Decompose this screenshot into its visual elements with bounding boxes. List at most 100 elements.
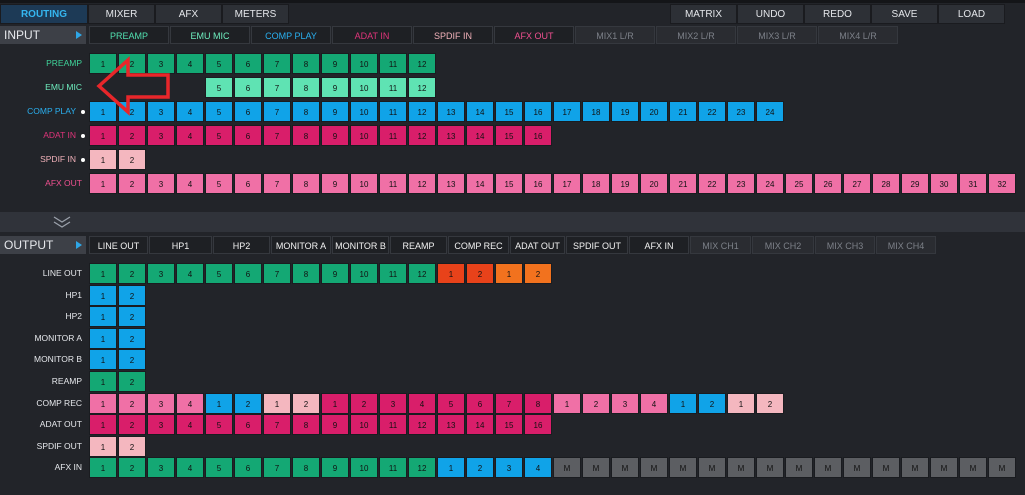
channel-cell[interactable]: 15: [495, 125, 523, 146]
channel-cell[interactable]: 5: [205, 53, 233, 74]
source-button-comp-play[interactable]: COMP PLAY: [251, 26, 331, 44]
channel-cell[interactable]: 11: [379, 125, 407, 146]
channel-cell[interactable]: 5: [437, 392, 465, 414]
channel-cell[interactable]: 7: [263, 53, 291, 74]
channel-cell[interactable]: 2: [118, 435, 146, 457]
output-section-header[interactable]: OUTPUT: [0, 236, 86, 254]
channel-cell[interactable]: 11: [379, 53, 407, 74]
channel-cell[interactable]: 26: [814, 173, 842, 194]
channel-cell[interactable]: 14: [466, 414, 494, 436]
channel-cell[interactable]: 2: [118, 371, 146, 392]
channel-cell[interactable]: 1: [89, 263, 117, 284]
channel-cell[interactable]: M: [756, 457, 784, 479]
channel-cell[interactable]: 8: [524, 392, 552, 414]
channel-cell[interactable]: 2: [756, 392, 784, 414]
channel-cell[interactable]: 9: [321, 414, 349, 436]
channel-cell[interactable]: 20: [640, 173, 668, 194]
channel-cell[interactable]: 2: [524, 263, 552, 284]
channel-cell[interactable]: M: [669, 457, 697, 479]
channel-cell[interactable]: 7: [263, 263, 291, 284]
source-button-mix-ch1[interactable]: MIX CH1: [690, 236, 751, 254]
channel-cell[interactable]: 8: [292, 101, 320, 122]
channel-cell[interactable]: 18: [582, 173, 610, 194]
channel-cell[interactable]: 1: [89, 284, 117, 306]
channel-cell[interactable]: M: [582, 457, 610, 479]
channel-cell[interactable]: 2: [466, 263, 494, 284]
channel-cell[interactable]: 12: [408, 457, 436, 479]
channel-cell[interactable]: M: [611, 457, 639, 479]
channel-cell[interactable]: 11: [379, 457, 407, 479]
channel-cell[interactable]: 10: [350, 125, 378, 146]
channel-cell[interactable]: 7: [263, 414, 291, 436]
channel-cell[interactable]: 10: [350, 101, 378, 122]
source-button-mix1-l-r[interactable]: MIX1 L/R: [575, 26, 655, 44]
channel-cell[interactable]: 5: [205, 173, 233, 194]
channel-cell[interactable]: 1: [89, 349, 117, 371]
channel-cell[interactable]: 24: [756, 173, 784, 194]
channel-cell[interactable]: 7: [263, 101, 291, 122]
channel-cell[interactable]: 9: [321, 173, 349, 194]
redo-button[interactable]: REDO: [804, 4, 871, 24]
channel-cell[interactable]: 1: [89, 414, 117, 436]
channel-cell[interactable]: 2: [118, 306, 146, 328]
channel-cell[interactable]: 6: [234, 414, 262, 436]
channel-cell[interactable]: 1: [553, 392, 581, 414]
channel-cell[interactable]: 6: [234, 125, 262, 146]
channel-cell[interactable]: 3: [147, 457, 175, 479]
channel-cell[interactable]: 16: [524, 414, 552, 436]
channel-cell[interactable]: 2: [118, 349, 146, 371]
channel-cell[interactable]: 8: [292, 77, 320, 98]
channel-cell[interactable]: 12: [408, 53, 436, 74]
channel-cell[interactable]: 10: [350, 77, 378, 98]
channel-cell[interactable]: 24: [756, 101, 784, 122]
source-button-monitor-b[interactable]: MONITOR B: [332, 236, 389, 254]
channel-cell[interactable]: M: [959, 457, 987, 479]
channel-cell[interactable]: 11: [379, 101, 407, 122]
channel-cell[interactable]: 6: [234, 263, 262, 284]
channel-cell[interactable]: 2: [118, 392, 146, 414]
channel-cell[interactable]: M: [698, 457, 726, 479]
source-button-mix-ch2[interactable]: MIX CH2: [752, 236, 814, 254]
channel-cell[interactable]: 1: [321, 392, 349, 414]
channel-cell[interactable]: 2: [350, 392, 378, 414]
channel-cell[interactable]: 4: [176, 414, 204, 436]
source-button-comp-rec[interactable]: COMP REC: [448, 236, 509, 254]
channel-cell[interactable]: 5: [205, 263, 233, 284]
channel-cell[interactable]: 16: [524, 101, 552, 122]
channel-cell[interactable]: 1: [89, 327, 117, 349]
channel-cell[interactable]: 4: [176, 101, 204, 122]
channel-cell[interactable]: 2: [698, 392, 726, 414]
source-button-mix2-l-r[interactable]: MIX2 L/R: [656, 26, 736, 44]
channel-cell[interactable]: 9: [321, 53, 349, 74]
tab-routing[interactable]: ROUTING: [0, 4, 88, 24]
source-button-hp2[interactable]: HP2: [213, 236, 270, 254]
channel-cell[interactable]: 16: [524, 125, 552, 146]
channel-cell[interactable]: M: [988, 457, 1016, 479]
channel-cell[interactable]: 4: [524, 457, 552, 479]
channel-cell[interactable]: 23: [727, 101, 755, 122]
source-button-spdif-out[interactable]: SPDIF OUT: [566, 236, 628, 254]
channel-cell[interactable]: 8: [292, 173, 320, 194]
channel-cell[interactable]: 18: [582, 101, 610, 122]
input-section-header[interactable]: INPUT: [0, 26, 86, 44]
channel-cell[interactable]: M: [843, 457, 871, 479]
channel-cell[interactable]: 23: [727, 173, 755, 194]
channel-cell[interactable]: 1: [89, 371, 117, 392]
source-button-monitor-a[interactable]: MONITOR A: [271, 236, 331, 254]
channel-cell[interactable]: 1: [263, 392, 291, 414]
channel-cell[interactable]: 4: [176, 53, 204, 74]
channel-cell[interactable]: M: [727, 457, 755, 479]
channel-cell[interactable]: 3: [147, 392, 175, 414]
channel-cell[interactable]: 2: [118, 327, 146, 349]
channel-cell[interactable]: 1: [205, 392, 233, 414]
channel-cell[interactable]: 7: [263, 173, 291, 194]
channel-cell[interactable]: 8: [292, 263, 320, 284]
channel-cell[interactable]: 7: [263, 125, 291, 146]
channel-cell[interactable]: 2: [582, 392, 610, 414]
channel-cell[interactable]: 10: [350, 173, 378, 194]
channel-cell[interactable]: 4: [408, 392, 436, 414]
channel-cell[interactable]: 28: [872, 173, 900, 194]
channel-cell[interactable]: 21: [669, 101, 697, 122]
channel-cell[interactable]: 13: [437, 173, 465, 194]
channel-cell[interactable]: 13: [437, 125, 465, 146]
